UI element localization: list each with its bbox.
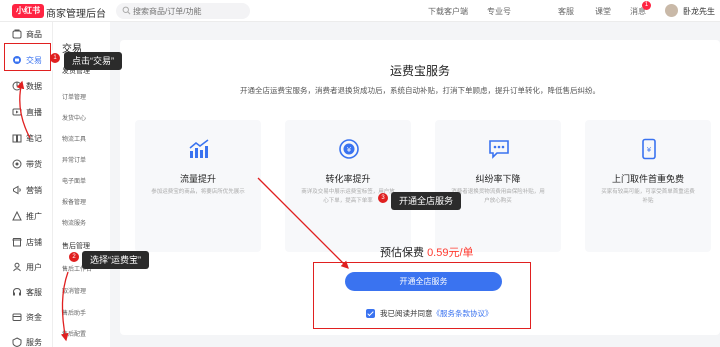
highlight-box-open-service [313,262,531,329]
submenu-item-abnormal-orders[interactable]: 异常订单 [62,155,86,164]
callout-select-freight: 选择“运费宝” [82,251,149,269]
callout-click-trade: 点击“交易” [64,52,122,70]
sidebar-item-label: 用户 [26,262,42,272]
sidebar-item-label: 笔记 [26,133,42,143]
customer-service-link[interactable]: 客服 [558,6,574,17]
benefit-card-conversion: ¥ 转化率提升 商详及交易中展示运费宝标签，用户放心下单，提高下单率 [285,120,411,252]
sidebar-item-label: 营销 [26,185,42,195]
sidebar-item-product[interactable]: 商品 [0,24,53,44]
avatar[interactable] [665,4,678,17]
card-title: 流量提升 [179,174,216,184]
user-name[interactable]: 卧龙先生 [683,6,715,17]
brand-logo[interactable]: 小红书 [12,4,44,18]
card-desc: 消费者退换货物流费用由保险补贴，用户放心购买 [451,189,545,204]
sidebar-item-services[interactable]: 服务 [0,332,53,347]
estimated-premium: 预估保费 0.59元/单 [380,244,474,260]
top-header: 小红书 商家管理后台 下载客户端 专业号 客服 课堂 消息 1 卧龙先生 [0,0,720,22]
sidebar-item-service[interactable]: 客服 [0,282,53,302]
pickup-phone-icon: ¥ [642,138,656,160]
sidebar-item-label: 带货 [26,159,42,169]
note-icon [12,134,22,143]
sidebar-item-fund[interactable]: 资金 [0,307,53,327]
submenu-item-cancel-management[interactable]: 取消管理 [62,286,86,295]
benefit-card-dispute: 纠纷率下降 消费者退换货物流费用由保险补贴，用户放心购买 [435,120,561,252]
service-icon [13,287,21,296]
step-number-1: 1 [50,53,60,63]
svg-text:¥: ¥ [347,146,352,154]
download-client-link[interactable]: 下载客户端 [428,6,468,17]
shop-icon [12,238,22,247]
services-icon [12,337,22,347]
submenu-item-filing[interactable]: 报备管理 [62,197,86,206]
user-icon [13,262,21,272]
sidebar-item-live[interactable]: 直播 [0,102,53,122]
step-number-3: 3 [378,193,388,203]
submenu-group-after-sales[interactable]: 售后管理 [62,241,90,251]
trade-submenu: 交易 发货管理 订单管理 发货中心 物流工具 异常订单 电子面单 报备管理 物流… [53,22,110,347]
sidebar-item-label: 客服 [26,287,42,297]
fee-value: 0.59元/单 [427,247,474,259]
promote-icon [12,159,22,169]
step-number-2: 2 [69,252,79,262]
pro-account-link[interactable]: 专业号 [487,6,511,17]
benefit-card-pickup: ¥ 上门取件首重免费 买家有较高可能，可享受首单首重运费补贴 [585,120,711,252]
sidebar-item-label: 服务 [26,337,42,347]
sidebar-item-label: 商品 [26,29,42,39]
conversion-coin-icon: ¥ [339,139,359,159]
page-title: 运费宝服务 [389,64,450,78]
page-subtitle: 开通全店运费宝服务，消费者退换货成功后，系统自动补贴，打消下单顾虑，提升订单转化… [240,86,600,95]
card-desc: 参加运费宝的商品，将要店所优先展示 [151,189,245,195]
message-count-badge: 1 [642,1,651,10]
sidebar-item-label: 直播 [26,107,42,117]
marketing-icon [13,185,21,195]
submenu-item-after-sales-assistant[interactable]: 售后助手 [62,308,86,317]
data-icon [12,81,22,91]
sidebar-item-data[interactable]: 数据 [0,76,53,96]
sidebar-item-label: 推广 [26,211,42,221]
fee-label: 预估保费 [380,247,424,259]
global-search[interactable] [116,3,250,19]
submenu-item-shipping-center[interactable]: 发货中心 [62,113,86,122]
card-title: 转化率提升 [325,174,371,184]
app-title: 商家管理后台 [46,9,106,20]
classroom-link[interactable]: 课堂 [595,6,611,17]
product-icon [12,29,22,39]
benefit-card-traffic: 流量提升 参加运费宝的商品，将要店所优先展示 [135,120,261,252]
sidebar-item-label: 资金 [26,312,42,322]
submenu-item-logistics-service[interactable]: 物流服务 [62,218,86,227]
sidebar-item-promote[interactable]: 带货 [0,154,53,174]
sidebar-item-shop[interactable]: 店铺 [0,232,53,252]
fund-icon [12,313,22,321]
traffic-chart-icon [189,139,209,158]
ads-icon [12,211,22,221]
sidebar-item-users[interactable]: 用户 [0,257,53,277]
svg-text:¥: ¥ [647,146,652,154]
card-title: 上门取件首重免费 [611,174,684,184]
dispute-chat-icon [489,140,509,159]
submenu-item-orders[interactable]: 订单管理 [62,92,86,101]
search-input[interactable] [133,5,245,17]
sidebar-item-ads[interactable]: 推广 [0,206,53,226]
sidebar-item-label: 店铺 [26,237,42,247]
sidebar-item-notes[interactable]: 笔记 [0,128,53,148]
sidebar-item-label: 数据 [26,81,42,91]
card-title: 纠纷率下降 [475,174,521,184]
highlight-box-trade [4,43,51,71]
live-icon [12,108,22,116]
submenu-item-after-sales-config[interactable]: 售后配置 [62,329,86,338]
sidebar-item-marketing[interactable]: 营销 [0,180,53,200]
card-desc: 买家有较高可能，可享受首单首重运费补贴 [601,189,695,204]
callout-open-store-service: 开通全店服务 [391,192,462,210]
submenu-item-logistics-tools[interactable]: 物流工具 [62,134,86,143]
submenu-item-e-waybill[interactable]: 电子面单 [62,176,86,185]
search-icon [122,6,131,15]
